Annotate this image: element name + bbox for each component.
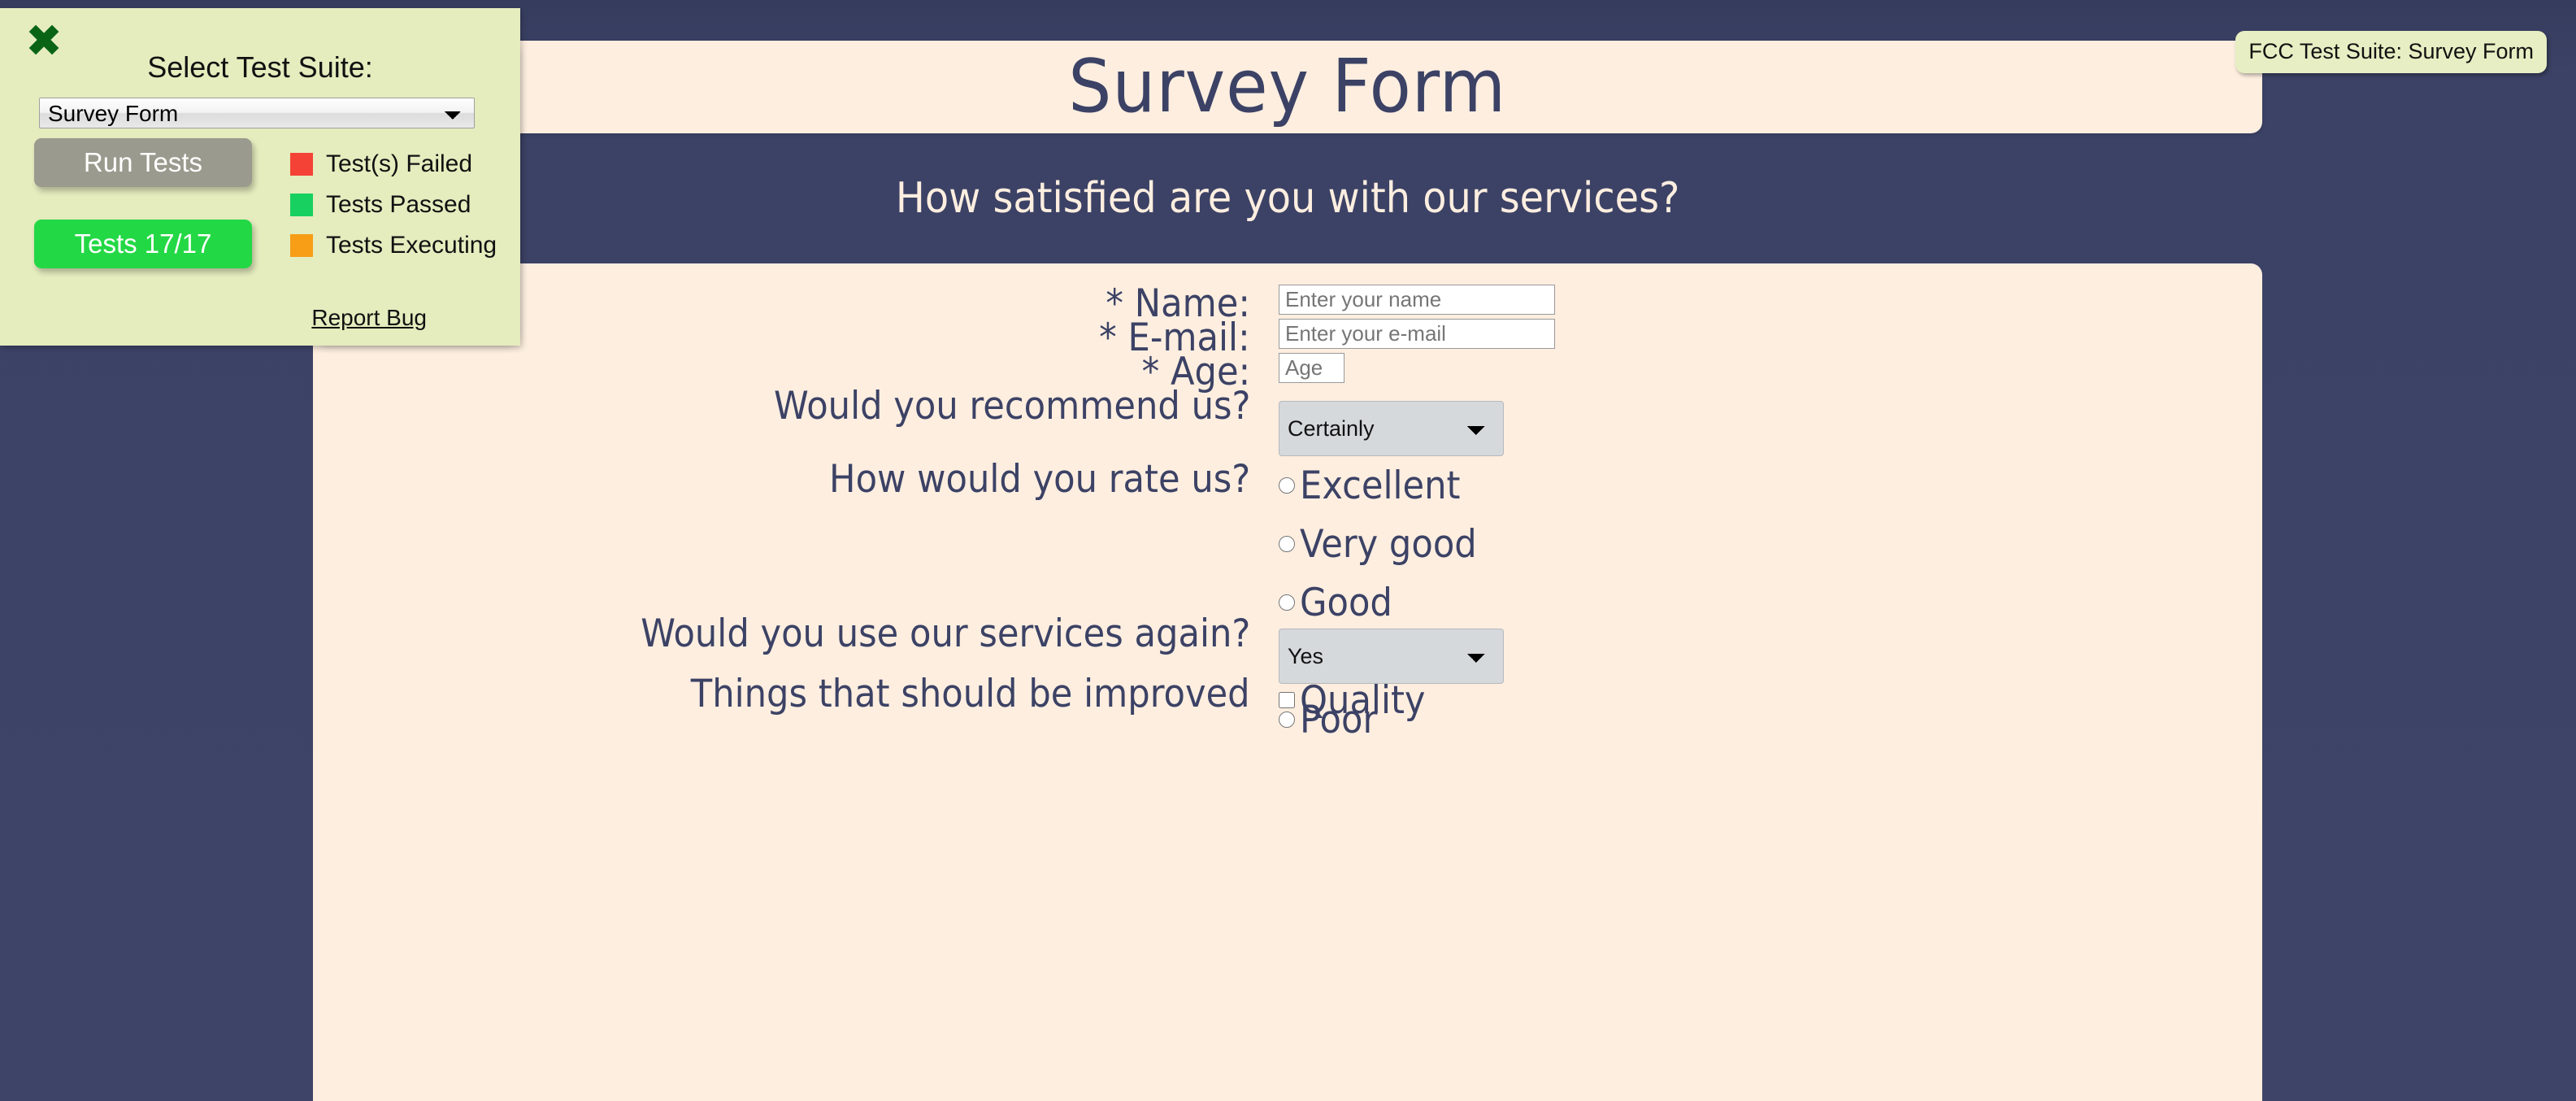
failed-color-swatch <box>290 153 313 176</box>
rating-label-column: How would you rate us? <box>313 460 1260 498</box>
test-suite-select[interactable]: Survey FormTribute PageProduct Landing P… <box>39 98 475 128</box>
subtitle-container: How satisfied are you with our services? <box>313 133 2262 263</box>
report-bug-link[interactable]: Report Bug <box>0 305 427 331</box>
again-label: Would you use our services again? <box>640 611 1250 656</box>
legend-item-failed: Test(s) Failed <box>290 152 472 176</box>
legend-item-executing: Tests Executing <box>290 233 497 258</box>
fcc-suite-badge: FCC Test Suite: Survey Form <box>2235 31 2547 73</box>
form-row-improve: Things that should be improved Quality <box>313 675 2262 735</box>
recommend-label: Would you recommend us? <box>773 384 1250 429</box>
survey-form-card: * Name: * E-mail: * Age: <box>313 263 2262 1101</box>
rating-radio-excellent[interactable] <box>1279 477 1295 494</box>
recommend-label-column: Would you recommend us? <box>313 387 1260 425</box>
rating-option-label: Very good <box>1300 521 1477 567</box>
rating-option-row[interactable]: Very good <box>1279 520 2154 568</box>
fcc-panel-heading: Select Test Suite: <box>147 50 373 84</box>
email-input[interactable] <box>1279 319 1555 349</box>
form-row-age: * Age: <box>313 353 2262 391</box>
header-banner: Survey Form <box>313 41 2262 133</box>
improve-label: Things that should be improved <box>691 672 1250 716</box>
rating-radio-very-good[interactable] <box>1279 536 1295 552</box>
name-input[interactable] <box>1279 285 1555 315</box>
page-title: Survey Form <box>1068 44 1507 129</box>
again-label-column: Would you use our services again? <box>313 615 1260 653</box>
legend-label-passed: Tests Passed <box>326 191 471 218</box>
improve-options-group: Quality <box>1260 675 2154 735</box>
rating-label: How would you rate us? <box>828 457 1250 502</box>
passed-color-swatch <box>290 194 313 216</box>
form-row-email: * E-mail: <box>313 319 2262 357</box>
run-tests-button[interactable]: Run Tests <box>34 138 252 187</box>
age-field-column <box>1260 353 2154 383</box>
email-field-column <box>1260 319 2154 349</box>
fcc-test-suite-panel: ✖ Select Test Suite: Survey FormTribute … <box>0 8 520 346</box>
legend-label-executing: Tests Executing <box>326 232 497 259</box>
name-field-column <box>1260 285 2154 315</box>
rating-option-row[interactable]: Excellent <box>1279 462 2154 509</box>
executing-color-swatch <box>290 234 313 257</box>
tests-count-button[interactable]: Tests 17/17 <box>34 220 252 268</box>
form-row-again: Would you use our services again? YesNoM… <box>313 615 2262 684</box>
rating-option-label: Excellent <box>1300 463 1461 508</box>
recommend-dropdown[interactable]: CertainlyMaybeNot sure <box>1279 401 1504 456</box>
rating-radio-good[interactable] <box>1279 594 1295 611</box>
form-row-recommend: Would you recommend us? CertainlyMaybeNo… <box>313 387 2262 456</box>
again-field-column: YesNoMaybe <box>1260 615 2154 684</box>
legend-label-failed: Test(s) Failed <box>326 150 473 177</box>
form-row-name: * Name: <box>313 285 2262 323</box>
legend-item-passed: Tests Passed <box>290 193 471 217</box>
improve-option-row[interactable]: Quality <box>1279 677 2154 724</box>
age-input[interactable] <box>1279 353 1344 383</box>
improve-option-label: Quality <box>1300 677 1426 723</box>
improve-checkbox-quality[interactable] <box>1279 692 1295 708</box>
improve-label-column: Things that should be improved <box>313 675 1260 713</box>
page-subtitle: How satisfied are you with our services? <box>895 174 1680 223</box>
recommend-field-column: CertainlyMaybeNot sure <box>1260 387 2154 456</box>
